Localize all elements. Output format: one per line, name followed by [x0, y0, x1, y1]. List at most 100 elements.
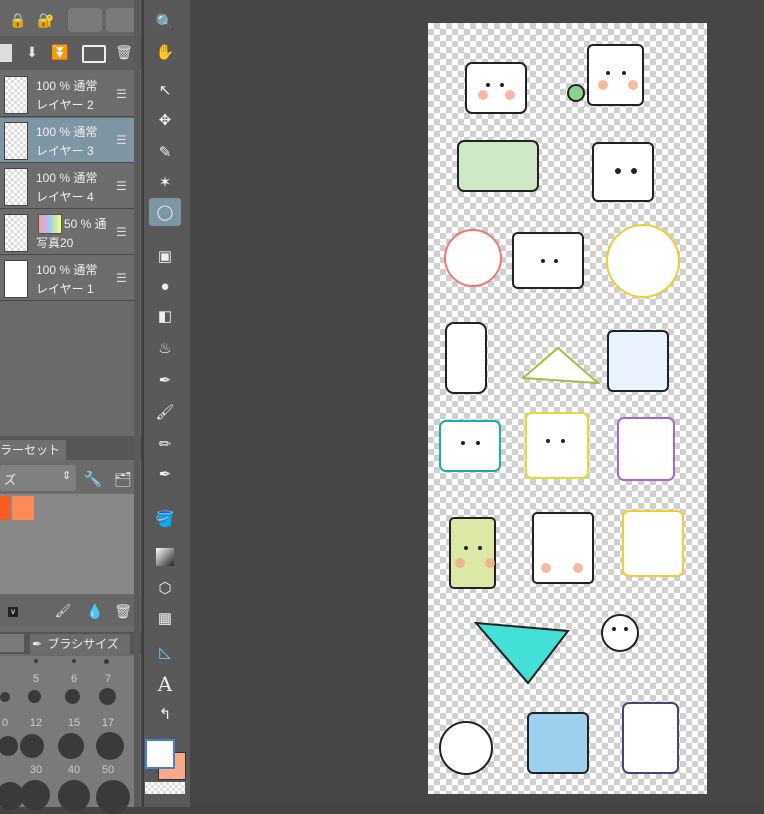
layer-row[interactable]: 50 % 通 写真20 ☰: [0, 210, 134, 255]
v-badge-icon: v: [8, 607, 18, 617]
wand-icon[interactable]: ✶: [149, 168, 181, 196]
brush-dot[interactable]: [99, 688, 116, 705]
lasso-icon[interactable]: ◯: [149, 198, 181, 226]
brush-size-label: 50: [101, 764, 115, 776]
hand-icon[interactable]: ✋: [149, 38, 181, 66]
layer-menu-icon[interactable]: ☰: [116, 225, 127, 239]
zoom-icon[interactable]: 🔍: [149, 8, 181, 36]
layer-mask-button[interactable]: [68, 8, 102, 32]
trash-icon[interactable]: 🗑: [114, 42, 134, 62]
layer-blend: 100 % 通常: [36, 125, 98, 139]
fill-icon[interactable]: ▣: [149, 242, 181, 270]
gradient-icon[interactable]: [149, 543, 181, 571]
layer-toolbar: 🔒 🔐: [0, 0, 141, 36]
sticker-sheet-illustration: [439, 44, 684, 775]
brush-dot[interactable]: [58, 780, 90, 812]
colorset-actions: v 🖌 💧 🗑: [0, 596, 141, 626]
colorset-dropdown[interactable]: ズ ⇕: [0, 465, 76, 491]
brush-dot[interactable]: [96, 780, 130, 814]
layer-thumbnail: [4, 76, 28, 114]
wrench-icon[interactable]: 🔧: [82, 468, 104, 490]
layer-name: レイヤー 2: [36, 98, 94, 112]
balloon-icon[interactable]: ↰: [149, 700, 181, 728]
colorset-dropdown-value: ズ: [4, 473, 17, 487]
brush-size-label: 12: [29, 717, 43, 729]
brush-icon[interactable]: 🖌: [149, 398, 181, 426]
layer-blend: 100 % 通常: [36, 79, 98, 93]
brush-dot[interactable]: [65, 689, 80, 704]
layer-row[interactable]: 100 % 通常 レイヤー 1 ☰: [0, 256, 134, 301]
eraser-icon[interactable]: ◧: [149, 302, 181, 330]
layer-menu-icon[interactable]: ☰: [116, 179, 127, 193]
brush-tab-prev[interactable]: [0, 634, 24, 652]
brush-size-tab-label: ブラシサイズ: [47, 637, 119, 651]
object-icon[interactable]: ↖: [149, 76, 181, 104]
airbrush-icon[interactable]: ♨: [149, 334, 181, 362]
photo-layer-icon: [38, 214, 62, 234]
brush-size-label: 7: [104, 673, 112, 685]
lock-icon[interactable]: 🔒: [8, 10, 28, 30]
main-color-swatch[interactable]: [145, 739, 175, 769]
layer-row-selected[interactable]: 100 % 通常 レイヤー 3 ☰: [0, 118, 134, 163]
add-drop-icon[interactable]: 💧: [84, 600, 106, 622]
brush-dot[interactable]: [58, 733, 84, 759]
trash-icon[interactable]: 🗑: [112, 600, 134, 622]
figure-icon[interactable]: ⬡: [149, 574, 181, 602]
brush-dot[interactable]: [20, 780, 50, 810]
brush-size-grid: 5 6 7 0 12 15 17 30 40 50: [0, 656, 134, 814]
brush-size-label: 5: [32, 673, 40, 685]
ink-icon[interactable]: ✒: [149, 460, 181, 488]
bucket-icon[interactable]: 🪣: [149, 505, 181, 533]
layer-thumbnail: [4, 122, 28, 160]
layer-menu-icon[interactable]: ☰: [116, 87, 127, 101]
pen-icon[interactable]: ✒: [149, 366, 181, 394]
brush-size-label: 40: [67, 764, 81, 776]
layer-blend: 100 % 通常: [36, 263, 98, 277]
layer-name: レイヤー 1: [36, 282, 94, 296]
canvas-document[interactable]: [428, 23, 707, 794]
tab-colorset[interactable]: ラーセット: [0, 440, 66, 460]
layer-name: レイヤー 4: [36, 190, 94, 204]
colorset-settings-icon[interactable]: 🗂: [112, 468, 134, 490]
merge-visible-icon[interactable]: ⏬: [50, 42, 70, 62]
chevron-updown-icon: ⇕: [62, 470, 72, 482]
brush-dot[interactable]: [0, 736, 18, 756]
add-color-icon[interactable]: 🖌: [52, 600, 74, 622]
layer-name: レイヤー 3: [36, 144, 94, 158]
transparent-color-swatch[interactable]: [145, 782, 185, 794]
brush-size-label: 30: [29, 764, 43, 776]
color-swatch[interactable]: [0, 496, 10, 520]
brush-dot[interactable]: [28, 690, 41, 703]
frame-icon[interactable]: ▦: [149, 604, 181, 632]
move-icon[interactable]: ✥: [149, 106, 181, 134]
blur-icon[interactable]: ●: [149, 272, 181, 300]
pen-icon: ✒: [31, 637, 43, 651]
brush-size-label: 6: [70, 673, 78, 685]
brush-dot[interactable]: [72, 659, 76, 663]
mask-icon[interactable]: [82, 45, 106, 63]
eyedropper-icon[interactable]: ✎: [149, 138, 181, 166]
panel-scrollbar[interactable]: [134, 0, 140, 807]
brush-dot[interactable]: [0, 692, 10, 702]
brush-dot[interactable]: [34, 659, 38, 663]
layer-list-empty: [0, 302, 134, 434]
layer-blend: 100 % 通常: [36, 171, 98, 185]
color-swatch[interactable]: [12, 496, 34, 520]
layer-row[interactable]: 100 % 通常 レイヤー 4 ☰: [0, 164, 134, 209]
layer-blend: 50 % 通: [64, 217, 107, 231]
brush-dot[interactable]: [104, 659, 109, 664]
brush-dot[interactable]: [20, 734, 44, 758]
layer-menu-icon[interactable]: ☰: [116, 271, 127, 285]
brush-size-tab[interactable]: ✒ ブラシサイズ: [30, 634, 130, 654]
layer-thumbnail: [4, 214, 28, 252]
layer-menu-icon[interactable]: ☰: [116, 133, 127, 147]
lock-transparency-icon[interactable]: 🔐: [36, 10, 56, 30]
merge-down-icon[interactable]: ⬇: [22, 42, 42, 62]
layer-name: 写真20: [36, 236, 74, 250]
ruler-icon[interactable]: ◺: [149, 638, 181, 666]
layer-row[interactable]: 100 % 通常 レイヤー 2 ☰: [0, 72, 134, 117]
new-layer-icon[interactable]: [0, 44, 12, 62]
text-icon[interactable]: A: [149, 670, 181, 698]
pencil-icon[interactable]: ✏: [149, 430, 181, 458]
brush-dot[interactable]: [96, 732, 124, 760]
